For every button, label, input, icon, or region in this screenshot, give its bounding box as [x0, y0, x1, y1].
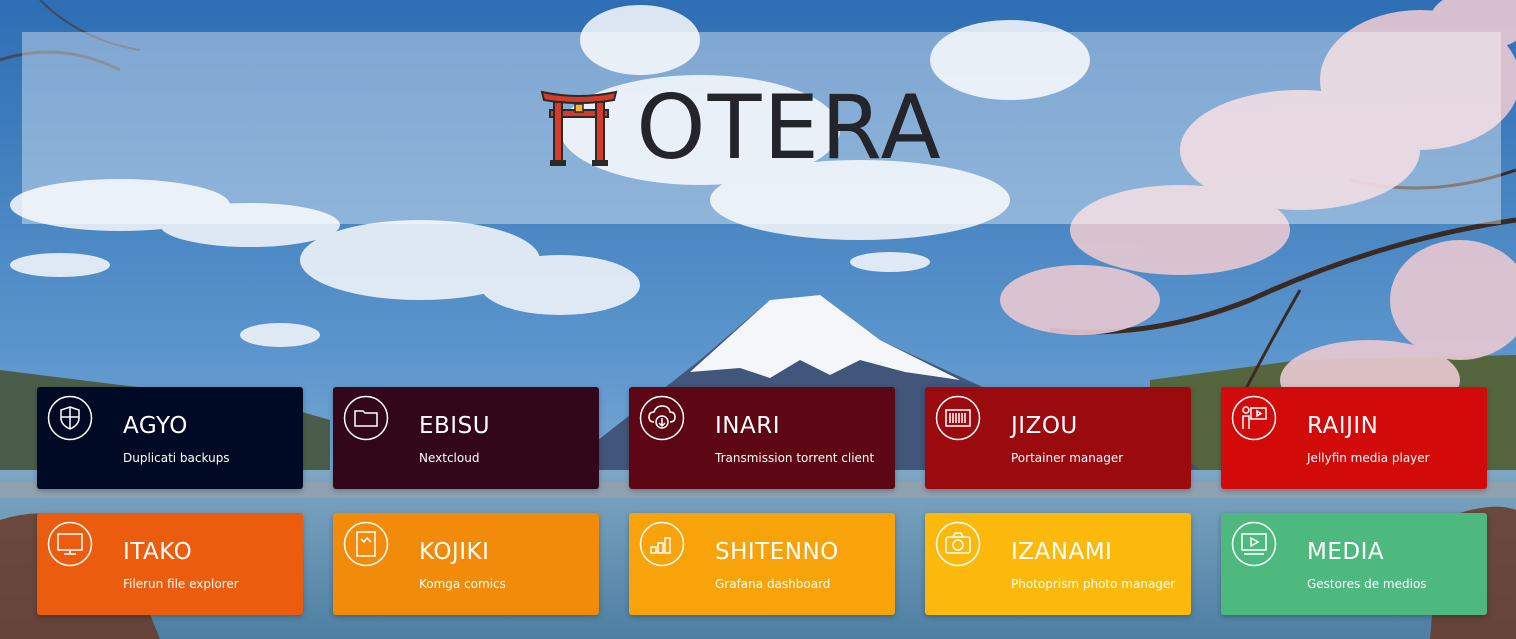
tile-subtitle: Gestores de medios — [1307, 577, 1427, 591]
tile-agyo[interactable]: AGYO Duplicati backups — [37, 387, 303, 489]
camera-icon — [935, 521, 981, 567]
tile-title: INARI — [715, 413, 780, 439]
presenter-icon — [1231, 395, 1277, 441]
shield-icon — [47, 395, 93, 441]
torii-gate-icon — [540, 90, 618, 166]
tile-subtitle: Portainer manager — [1011, 451, 1124, 465]
tile-subtitle: Komga comics — [419, 577, 506, 591]
brand-name: OTERA — [636, 76, 943, 179]
bar-chart-icon — [639, 521, 685, 567]
tile-itako[interactable]: ITAKO Filerun file explorer — [37, 513, 303, 615]
tile-subtitle: Filerun file explorer — [123, 577, 239, 591]
tile-inari[interactable]: INARI Transmission torrent client — [629, 387, 895, 489]
tile-shitenno[interactable]: SHITENNO Grafana dashboard — [629, 513, 895, 615]
tile-kojiki[interactable]: KOJIKI Komga comics — [333, 513, 599, 615]
tile-jizou[interactable]: JIZOU Portainer manager — [925, 387, 1191, 489]
tile-subtitle: Duplicati backups — [123, 451, 230, 465]
tile-title: ITAKO — [123, 539, 193, 565]
tile-subtitle: Jellyfin media player — [1307, 451, 1430, 465]
tile-media[interactable]: MEDIA Gestores de medios — [1221, 513, 1487, 615]
tile-subtitle: Transmission torrent client — [715, 451, 875, 465]
monitor-icon — [47, 521, 93, 567]
tile-title: JIZOU — [1011, 413, 1078, 439]
tile-ebisu[interactable]: EBISU Nextcloud — [333, 387, 599, 489]
tile-title: AGYO — [123, 413, 188, 439]
tile-title: IZANAMI — [1011, 539, 1113, 565]
folder-icon — [343, 395, 389, 441]
video-player-icon — [1231, 521, 1277, 567]
cloud-download-icon — [639, 395, 685, 441]
tile-title: SHITENNO — [715, 539, 839, 565]
tile-subtitle: Photoprism photo manager — [1011, 577, 1176, 591]
app-tile-grid: AGYO Duplicati backups EBISU Nextcloud I… — [37, 387, 1487, 615]
tile-raijin[interactable]: RAIJIN Jellyfin media player — [1221, 387, 1487, 489]
tile-title: KOJIKI — [419, 539, 490, 565]
tile-izanami[interactable]: IZANAMI Photoprism photo manager — [925, 513, 1191, 615]
tile-title: EBISU — [419, 413, 491, 439]
book-icon — [343, 521, 389, 567]
brand-logo[interactable]: OTERA — [540, 84, 942, 172]
container-icon — [935, 395, 981, 441]
tile-title: RAIJIN — [1307, 413, 1379, 439]
tile-title: MEDIA — [1307, 539, 1385, 565]
tile-subtitle: Nextcloud — [419, 451, 480, 465]
header-banner: OTERA — [22, 32, 1501, 224]
tile-subtitle: Grafana dashboard — [715, 577, 831, 591]
